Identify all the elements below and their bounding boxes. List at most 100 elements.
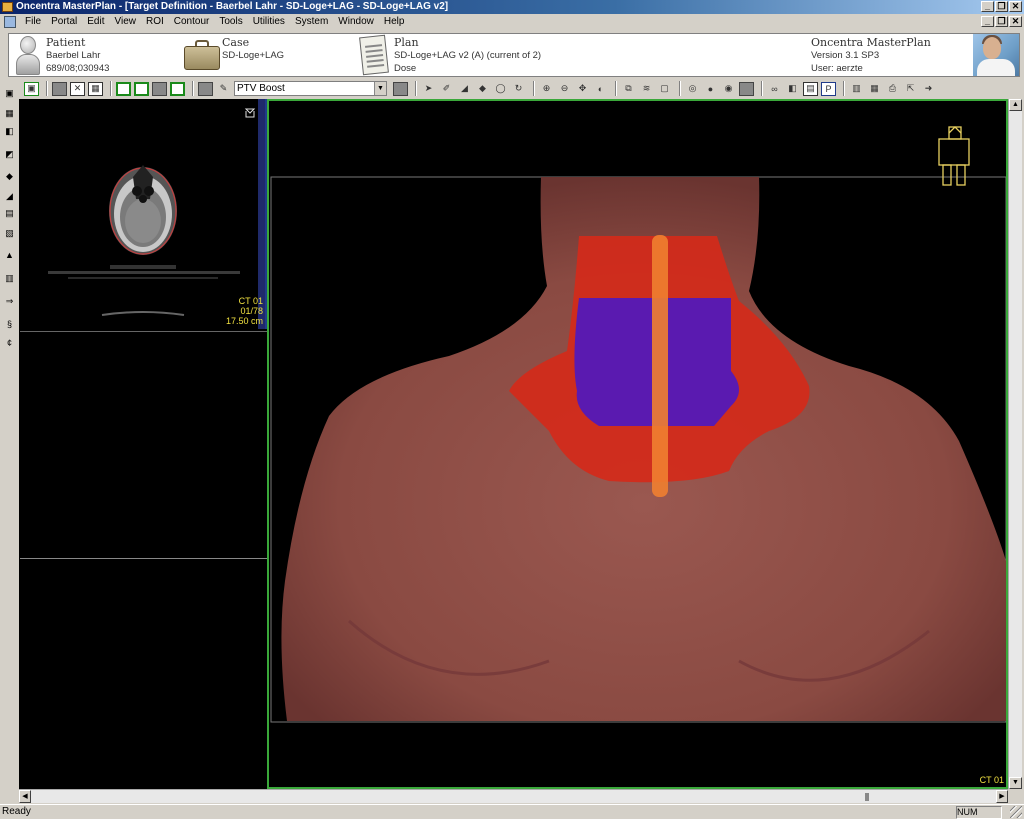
scroll-down-icon[interactable]: ▼ <box>1009 777 1022 789</box>
case-name: SD-Loge+LAG <box>222 50 285 61</box>
patient-icon[interactable] <box>15 35 41 75</box>
next-step-icon[interactable]: ➜ <box>921 82 936 96</box>
table-icon[interactable]: ▦ <box>867 82 882 96</box>
plan-info[interactable]: Plan SD-Loge+LAG v2 (A) (current of 2) D… <box>394 36 541 75</box>
surface-icon[interactable] <box>739 81 754 96</box>
menu-help[interactable]: Help <box>379 14 410 30</box>
erase-icon[interactable]: ◆ <box>475 82 490 96</box>
menu-tools[interactable]: Tools <box>214 14 247 30</box>
roi-select-value: PTV Boost <box>237 83 285 94</box>
fire-icon[interactable]: ▲ <box>3 249 16 261</box>
pan-icon[interactable]: ✥ <box>575 82 590 96</box>
plan-label: Plan <box>394 36 419 49</box>
lasso-icon[interactable]: ◯ <box>493 82 508 96</box>
menu-contour[interactable]: Contour <box>169 14 215 30</box>
patient-header: Patient Baerbel Lahr 689/08;030943 Case … <box>8 33 1020 77</box>
close-button[interactable]: ✕ <box>1009 1 1022 12</box>
script-icon[interactable]: § <box>3 318 16 330</box>
image-icon[interactable]: ▦ <box>3 107 16 119</box>
vertical-scrollbar[interactable]: ▲ ▼ <box>1008 99 1022 789</box>
resize-grip-icon[interactable] <box>1010 806 1022 818</box>
scroll-thumb[interactable] <box>865 793 869 801</box>
view-coronal-icon[interactable] <box>152 81 167 96</box>
layout-1x1-icon[interactable]: ▣ <box>24 81 39 96</box>
empty-view-lower[interactable] <box>20 560 267 789</box>
doc-close-button[interactable]: ✕ <box>1009 16 1022 27</box>
report-icon[interactable]: ▥ <box>3 272 16 284</box>
product-name: Oncentra MasterPlan <box>811 36 931 49</box>
rotate-icon[interactable]: ◎ <box>685 82 700 96</box>
roi-list-icon[interactable] <box>198 81 213 96</box>
print-icon[interactable]: ⎙ <box>885 82 900 96</box>
fill-icon[interactable]: ◢ <box>457 82 472 96</box>
scroll-right-icon[interactable]: ▶ <box>996 790 1008 803</box>
dose-icon[interactable]: ▤ <box>3 207 16 219</box>
calculator-icon[interactable]: ▥ <box>849 82 864 96</box>
margin-icon[interactable]: ▢ <box>657 82 672 96</box>
zoom-out-icon[interactable]: ⊖ <box>557 82 572 96</box>
patient-label: Patient <box>46 36 86 49</box>
menu-window[interactable]: Window <box>333 14 379 30</box>
minimize-button[interactable]: _ <box>981 1 994 12</box>
copy-contour-icon[interactable]: ⧉ <box>621 82 636 96</box>
portal-icon[interactable]: ▣ <box>3 87 16 99</box>
layout-grid-icon[interactable]: ▦ <box>88 81 103 96</box>
surface-3d-view[interactable]: CT 01 <box>267 99 1008 789</box>
overlay-icon[interactable]: ◧ <box>785 82 800 96</box>
light-icon[interactable]: ◉ <box>721 82 736 96</box>
beam-icon[interactable]: ◢ <box>3 190 16 202</box>
case-icon[interactable] <box>184 40 220 70</box>
menu-file[interactable]: File <box>20 14 46 30</box>
roi-select[interactable]: PTV Boost ▼ <box>234 81 387 96</box>
roi-color-icon[interactable] <box>393 81 408 96</box>
nudge-icon[interactable]: ↻ <box>511 82 526 96</box>
properties-icon[interactable]: P <box>821 81 836 96</box>
menu-view[interactable]: View <box>109 14 141 30</box>
plan-name: SD-Loge+LAG v2 (A) (current of 2) <box>394 50 542 61</box>
status-bar: Ready NUM <box>0 804 1024 819</box>
case-info[interactable]: Case SD-Loge+LAG <box>222 36 284 62</box>
config-icon[interactable]: ¢ <box>3 337 16 349</box>
plan-icon[interactable] <box>359 34 389 76</box>
title-bar[interactable]: Oncentra MasterPlan - [Target Definition… <box>0 0 1024 14</box>
roi-edit-icon[interactable]: ✎ <box>216 82 231 96</box>
menu-edit[interactable]: Edit <box>82 14 109 30</box>
export-tool-icon[interactable]: ⇒ <box>3 295 16 307</box>
menu-system[interactable]: System <box>290 14 333 30</box>
scroll-left-icon[interactable]: ◀ <box>19 790 31 803</box>
ct-axial-view[interactable]: CT 01 01/78 17.50 cm <box>20 99 267 329</box>
layout-single-icon[interactable] <box>52 81 67 96</box>
doc-restore-button[interactable]: ❐ <box>995 16 1008 27</box>
draw-pen-icon[interactable]: ✐ <box>439 82 454 96</box>
export-icon[interactable]: ⇱ <box>903 82 918 96</box>
doc-minimize-button[interactable]: _ <box>981 16 994 27</box>
layout-cross-icon[interactable]: ✕ <box>70 81 85 96</box>
orientation-figure-icon <box>938 126 970 186</box>
roi-tool-icon[interactable]: ◩ <box>3 148 16 160</box>
view-3d-icon[interactable] <box>170 81 185 96</box>
menu-portal[interactable]: Portal <box>46 14 82 30</box>
chevron-down-icon[interactable]: ▼ <box>374 82 386 95</box>
contour-tool-icon[interactable]: ◆ <box>3 170 16 182</box>
app-window: Oncentra MasterPlan - [Target Definition… <box>0 0 1024 819</box>
fusion-icon[interactable]: ◧ <box>3 125 16 137</box>
window-level-icon[interactable]: ◐ <box>593 82 608 96</box>
info-panel-icon[interactable]: ▤ <box>803 81 818 96</box>
restore-button[interactable]: ❐ <box>995 1 1008 12</box>
interpolate-icon[interactable]: ≋ <box>639 82 654 96</box>
view-sagittal-icon[interactable] <box>134 81 149 96</box>
menu-roi[interactable]: ROI <box>141 14 169 30</box>
link-icon[interactable]: ∞ <box>767 82 782 96</box>
ct-position-label: 17.50 cm <box>225 316 263 326</box>
patient-info[interactable]: Patient Baerbel Lahr 689/08;030943 <box>46 36 109 75</box>
evaluate-icon[interactable]: ▧ <box>3 227 16 239</box>
scroll-up-icon[interactable]: ▲ <box>1009 99 1022 111</box>
pointer-icon[interactable]: ➤ <box>421 82 436 96</box>
view-axial-icon[interactable] <box>116 81 131 96</box>
sphere-icon[interactable]: ● <box>703 82 718 96</box>
horizontal-scrollbar[interactable]: ◀ ▶ <box>19 789 1008 803</box>
empty-view-middle[interactable] <box>20 331 267 559</box>
zoom-in-icon[interactable]: ⊕ <box>539 82 554 96</box>
document-icon[interactable] <box>4 16 16 28</box>
menu-utilities[interactable]: Utilities <box>248 14 290 30</box>
